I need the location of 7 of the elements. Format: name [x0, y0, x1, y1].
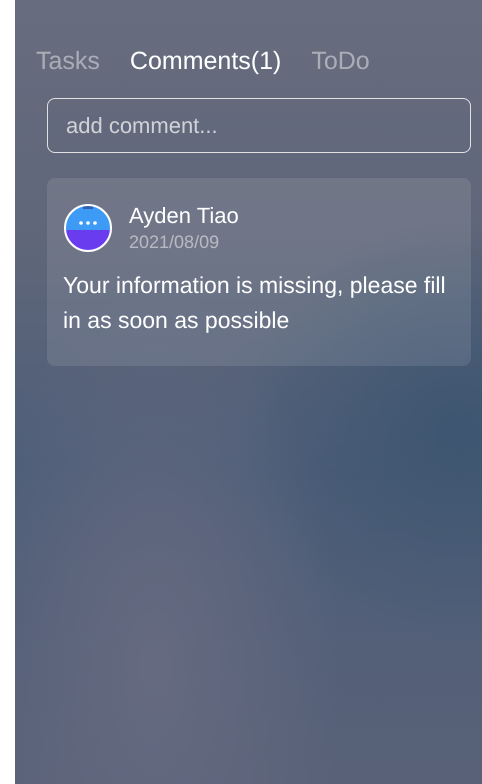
tab[interactable]: Tasks — [36, 44, 100, 78]
tab[interactable]: Comments(1) — [130, 44, 282, 78]
comment-field[interactable]: add comment... — [47, 98, 471, 153]
author-name: Ayden Tiao — [129, 202, 239, 230]
comment-date: 2021/08/09 — [129, 231, 220, 254]
comment-text: Your information is missing, please fill in as soon as possible — [63, 271, 447, 335]
tab[interactable]: ToDo — [311, 44, 370, 78]
